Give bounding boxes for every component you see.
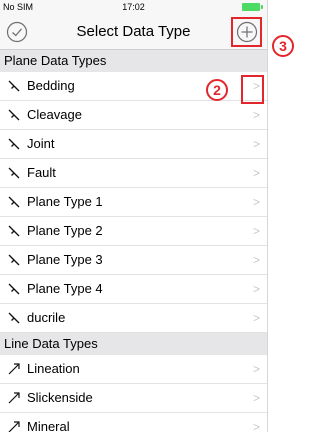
plane-symbol-icon [8, 283, 20, 295]
plane-symbol-icon [8, 109, 20, 121]
plane-symbol-icon [8, 254, 20, 266]
list-item-label: Slickenside [27, 390, 93, 405]
section-header-plane: Plane Data Types [0, 50, 267, 72]
chevron-right-icon: > [252, 311, 260, 325]
status-bar: No SIM 17:02 [0, 0, 267, 14]
clock-time: 17:02 [122, 2, 145, 12]
plane-symbol-icon [8, 80, 20, 92]
chevron-right-icon: > [252, 282, 260, 296]
battery-tip-icon [261, 5, 263, 9]
chevron-right-icon: > [252, 224, 260, 238]
list-item-label: Fault [27, 165, 56, 180]
plane-symbol-icon [8, 225, 20, 237]
list-item[interactable]: Cleavage > [0, 101, 267, 130]
line-arrow-icon [8, 392, 20, 404]
list-item[interactable]: Slickenside > [0, 384, 267, 413]
line-arrow-icon [8, 421, 20, 432]
chevron-right-icon: > [252, 137, 260, 151]
phone-screen: No SIM 17:02 Select Data Type Plane Data… [0, 0, 268, 432]
list-item-label: Plane Type 4 [27, 281, 103, 296]
chevron-right-icon: > [252, 391, 260, 405]
list-item[interactable]: Plane Type 4 > [0, 275, 267, 304]
chevron-right-icon: > [252, 253, 260, 267]
list-item-label: Joint [27, 136, 55, 151]
list-item-label: ducrile [27, 310, 66, 325]
section-header-line: Line Data Types [0, 333, 267, 355]
list-item-label: Plane Type 3 [27, 252, 103, 267]
chevron-right-icon: > [252, 362, 260, 376]
line-arrow-icon [8, 363, 20, 375]
list-item-label: Mineral [27, 419, 70, 432]
battery-icon [242, 3, 260, 11]
list-item-label: Cleavage [27, 107, 82, 122]
list-item[interactable]: Plane Type 2 > [0, 217, 267, 246]
list-item[interactable]: Fault > [0, 159, 267, 188]
plane-symbol-icon [8, 312, 20, 324]
list-item-label: Plane Type 2 [27, 223, 103, 238]
chevron-right-icon: > [252, 420, 260, 432]
list-item[interactable]: Joint > [0, 130, 267, 159]
list-item[interactable]: Mineral > [0, 413, 267, 432]
list-item-label: Lineation [27, 361, 80, 376]
chevron-right-icon: > [252, 108, 260, 122]
list-item[interactable]: Plane Type 3 > [0, 246, 267, 275]
callout-badge-3: 3 [272, 35, 294, 57]
list-item[interactable]: Plane Type 1 > [0, 188, 267, 217]
callout-badge-2: 2 [206, 79, 228, 101]
callout-box-chevron [241, 75, 264, 104]
callout-box-add [231, 17, 262, 47]
chevron-right-icon: > [252, 166, 260, 180]
list-item-label: Plane Type 1 [27, 194, 103, 209]
plane-symbol-icon [8, 138, 20, 150]
chevron-right-icon: > [252, 195, 260, 209]
navigation-bar: Select Data Type [0, 14, 267, 50]
plane-symbol-icon [8, 196, 20, 208]
list-item[interactable]: Lineation > [0, 355, 267, 384]
list-item[interactable]: ducrile > [0, 304, 267, 333]
plane-symbol-icon [8, 167, 20, 179]
page-title: Select Data Type [76, 23, 191, 40]
list-item-label: Bedding [27, 78, 75, 93]
